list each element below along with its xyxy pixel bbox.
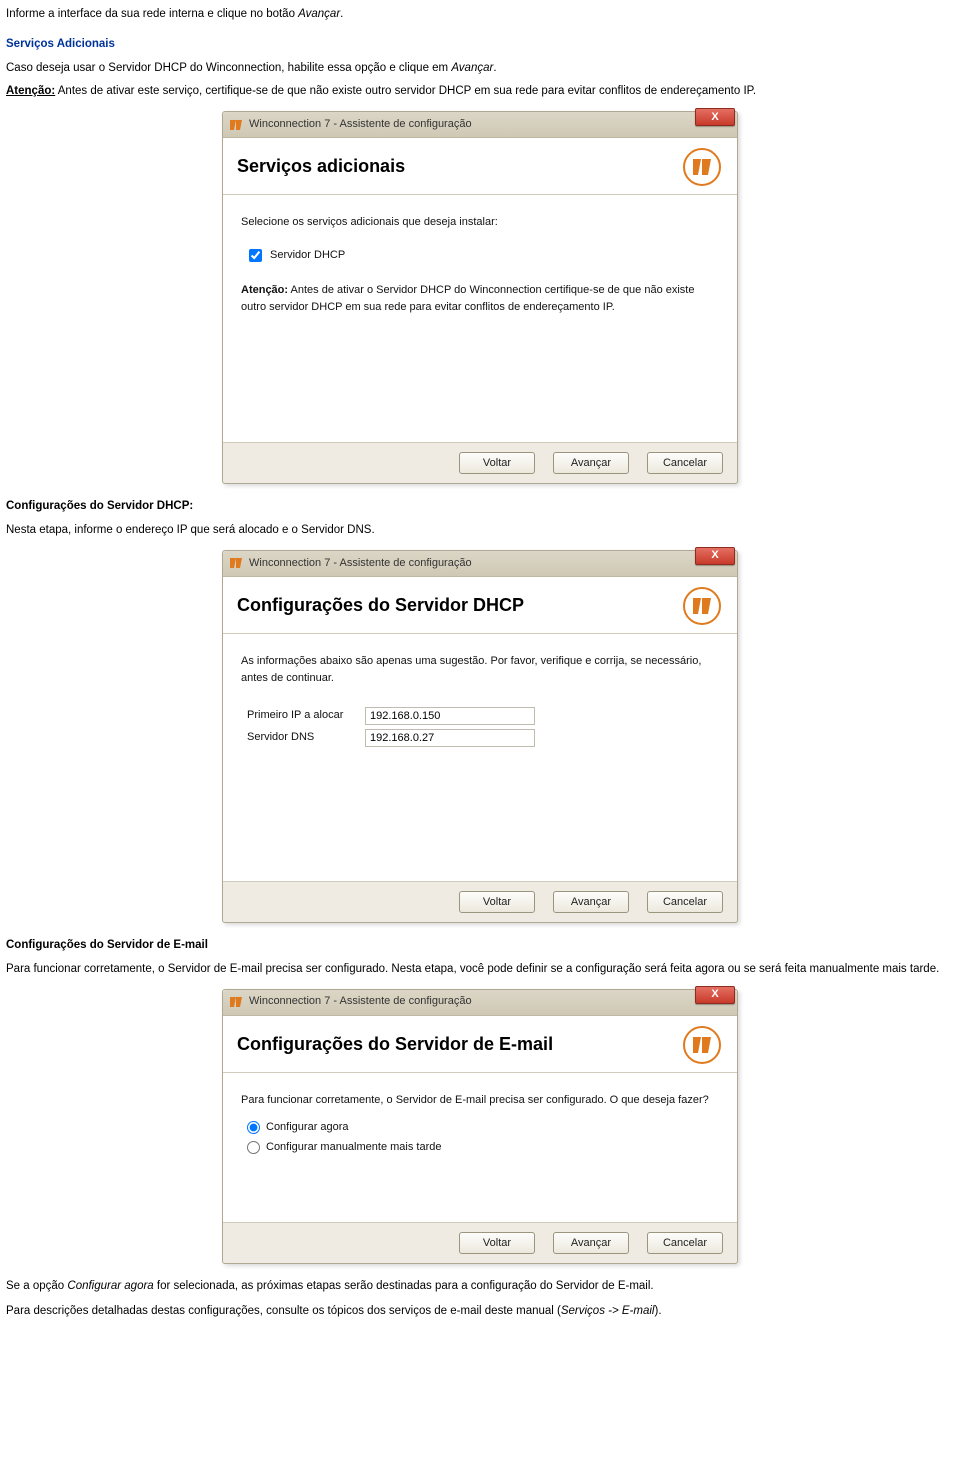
back-button[interactable]: Voltar [459, 1232, 535, 1254]
dialog-titlebar: Winconnection 7 - Assistente de configur… [223, 990, 737, 1016]
dialog-intro-text: Selecione os serviços adicionais que des… [241, 214, 719, 231]
section-heading: Configurações do Servidor de E-mail [6, 937, 954, 955]
close-icon: X [711, 986, 718, 1003]
next-button[interactable]: Avançar [553, 1232, 629, 1254]
checkbox-label: Servidor DHCP [270, 247, 345, 264]
brand-logo-icon [683, 587, 721, 625]
dialog-intro-text: As informações abaixo são apenas uma sug… [241, 653, 719, 687]
text: . [340, 8, 343, 20]
section-heading: Serviços Adicionais [6, 36, 954, 54]
dialog-footer: Voltar Avançar Cancelar [223, 443, 737, 483]
cancel-button[interactable]: Cancelar [647, 452, 723, 474]
text: ). [654, 1305, 661, 1317]
dialog-body: Para funcionar corretamente, o Servidor … [223, 1073, 737, 1223]
text-italic: Avançar [451, 62, 493, 74]
section-heading: Configurações do Servidor DHCP: [6, 498, 954, 516]
dialog-titlebar: Winconnection 7 - Assistente de configur… [223, 551, 737, 577]
text-italic: Avançar [298, 8, 340, 20]
label-servidor-dns: Servidor DNS [247, 729, 365, 746]
app-icon [229, 556, 243, 570]
dialog-servicos-adicionais: Winconnection 7 - Assistente de configur… [222, 111, 738, 484]
dialog-body: As informações abaixo são apenas uma sug… [223, 634, 737, 882]
text: Caso deseja usar o Servidor DHCP do Winc… [6, 62, 451, 74]
servidor-dhcp-checkbox[interactable] [249, 249, 262, 262]
back-button[interactable]: Voltar [459, 452, 535, 474]
dialog-title: Winconnection 7 - Assistente de configur… [249, 116, 472, 133]
dialog-title: Winconnection 7 - Assistente de configur… [249, 993, 472, 1010]
primeiro-ip-input[interactable] [365, 707, 535, 725]
brand-logo-icon [683, 148, 721, 186]
paragraph: Nesta etapa, informe o endereço IP que s… [6, 522, 954, 540]
close-icon: X [711, 109, 718, 126]
dialog-intro-text: Para funcionar corretamente, o Servidor … [241, 1092, 719, 1109]
warning-body: Antes de ativar o Servidor DHCP do Winco… [241, 284, 694, 313]
text: Informe a interface da sua rede interna … [6, 8, 298, 20]
dialog-body: Selecione os serviços adicionais que des… [223, 195, 737, 443]
app-icon [229, 995, 243, 1009]
dialog-footer: Voltar Avançar Cancelar [223, 1223, 737, 1263]
text-emphasis: Atenção: [6, 85, 55, 97]
close-button[interactable]: X [695, 547, 735, 565]
paragraph: Para descrições detalhadas destas config… [6, 1303, 954, 1321]
close-button[interactable]: X [695, 108, 735, 126]
warning-prefix: Atenção: [241, 284, 288, 296]
dialog-heading: Configurações do Servidor DHCP [237, 592, 524, 620]
brand-logo-icon [683, 1026, 721, 1064]
text-italic: Serviços -> E-mail [561, 1305, 655, 1317]
text: Se a opção [6, 1280, 67, 1292]
radio-label: Configurar manualmente mais tarde [266, 1139, 441, 1156]
next-button[interactable]: Avançar [553, 452, 629, 474]
dialog-header: Serviços adicionais [223, 138, 737, 195]
text-italic: Configurar agora [67, 1280, 153, 1292]
dialog-title: Winconnection 7 - Assistente de configur… [249, 555, 472, 572]
document-body: Informe a interface da sua rede interna … [0, 0, 960, 1333]
dialog-header: Configurações do Servidor DHCP [223, 577, 737, 634]
cancel-button[interactable]: Cancelar [647, 891, 723, 913]
close-icon: X [711, 547, 718, 564]
label-primeiro-ip: Primeiro IP a alocar [247, 707, 365, 724]
dialog-heading: Serviços adicionais [237, 153, 405, 181]
servidor-dns-input[interactable] [365, 729, 535, 747]
dialog-configuracoes-email: Winconnection 7 - Assistente de configur… [222, 989, 738, 1264]
paragraph: Informe a interface da sua rede interna … [6, 6, 954, 24]
app-icon [229, 118, 243, 132]
paragraph: Atenção: Antes de ativar este serviço, c… [6, 83, 954, 101]
text: for selecionada, as próximas etapas serã… [154, 1280, 654, 1292]
dialog-heading: Configurações do Servidor de E-mail [237, 1031, 553, 1059]
text: Para descrições detalhadas destas config… [6, 1305, 561, 1317]
configurar-agora-radio[interactable] [247, 1121, 260, 1134]
radio-label: Configurar agora [266, 1119, 349, 1136]
paragraph: Se a opção Configurar agora for selecion… [6, 1278, 954, 1296]
dialog-titlebar: Winconnection 7 - Assistente de configur… [223, 112, 737, 138]
text: . [493, 62, 496, 74]
warning-text: Atenção: Antes de ativar o Servidor DHCP… [241, 282, 719, 316]
text: Antes de ativar este serviço, certifique… [55, 85, 756, 97]
back-button[interactable]: Voltar [459, 891, 535, 913]
paragraph: Para funcionar corretamente, o Servidor … [6, 961, 954, 979]
close-button[interactable]: X [695, 986, 735, 1004]
dialog-footer: Voltar Avançar Cancelar [223, 882, 737, 922]
configurar-mais-tarde-radio[interactable] [247, 1141, 260, 1154]
cancel-button[interactable]: Cancelar [647, 1232, 723, 1254]
next-button[interactable]: Avançar [553, 891, 629, 913]
dialog-configuracoes-dhcp: Winconnection 7 - Assistente de configur… [222, 550, 738, 923]
paragraph: Caso deseja usar o Servidor DHCP do Winc… [6, 60, 954, 78]
dialog-header: Configurações do Servidor de E-mail [223, 1016, 737, 1073]
